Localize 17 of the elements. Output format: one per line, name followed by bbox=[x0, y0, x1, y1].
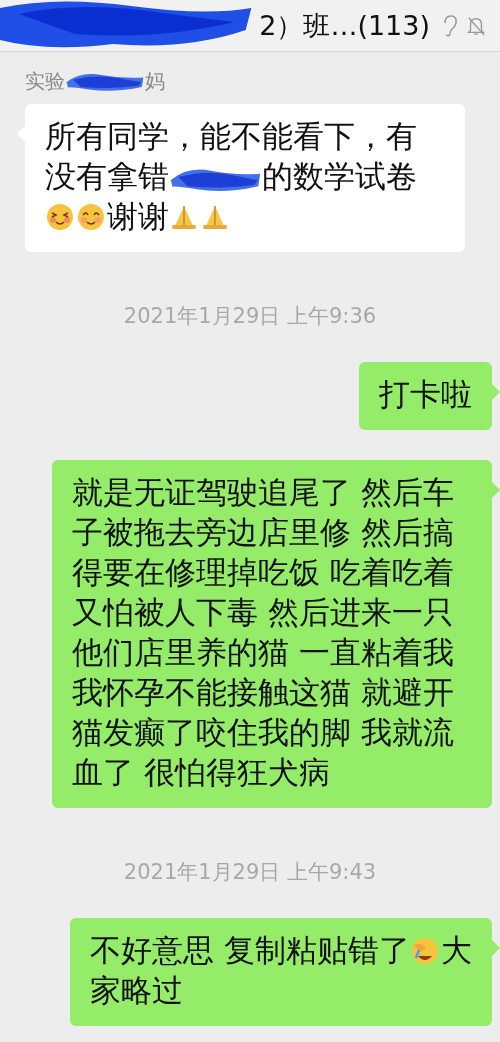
message-text: 就是无证驾驶追尾了 然后车子被拖去旁边店里修 然后搞得要在修理掉吃饭 吃着吃着又怕被人下毒 然后进来一只他们店里养的猫 一直粘着我我怀孕不能接触这猫 就避开猫发癫了咬住我的脚 我就流血了 很怕得狂犬病 bbox=[72, 474, 454, 790]
message-text: 谢谢 bbox=[107, 198, 169, 234]
message-text: 打卡啦 bbox=[379, 376, 472, 412]
message-text: 不好意思 复制粘贴错了 bbox=[90, 932, 410, 968]
message-text: 所有同学，能不能看下，有 bbox=[45, 118, 417, 154]
message-text: 没有拿错 bbox=[45, 158, 169, 194]
blushing-face-icon bbox=[45, 202, 75, 232]
smiling-face-icon bbox=[76, 202, 106, 232]
timestamp: 2021年1月29日 上午9:36 bbox=[123, 303, 377, 330]
sender-name: 妈 bbox=[145, 67, 165, 95]
message-text: 家略过 bbox=[90, 972, 184, 1008]
sender-name: 实验 bbox=[25, 67, 65, 95]
covering-face-crying-icon bbox=[410, 936, 440, 966]
message-text: 大 bbox=[441, 932, 472, 968]
chat-title: 2）班…(113) bbox=[259, 8, 430, 43]
message-text: 的数学试卷 bbox=[262, 158, 417, 194]
timestamp: 2021年1月29日 上午9:43 bbox=[123, 859, 377, 886]
